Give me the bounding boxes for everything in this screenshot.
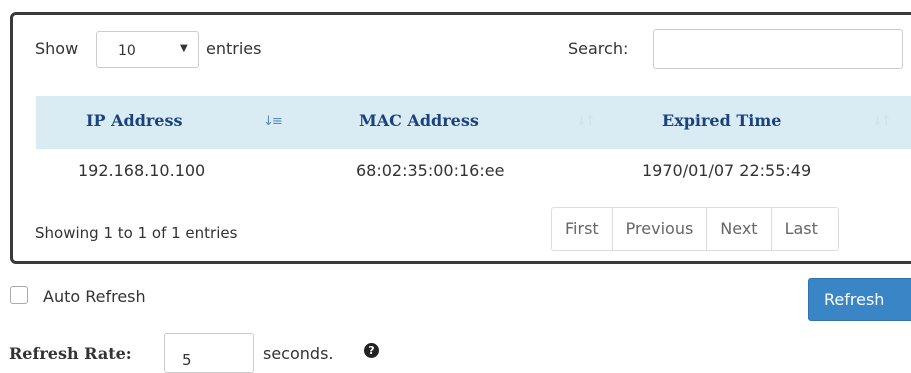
table-header: IP Address ↓≡ MAC Address ↓↑ Expired Tim… <box>36 96 911 149</box>
entries-label: entries <box>206 39 262 58</box>
question-circle-icon[interactable]: ? <box>364 343 379 358</box>
refresh-button[interactable]: Refresh <box>808 278 911 321</box>
search-input[interactable] <box>653 29 903 69</box>
refresh-rate-input[interactable]: 5 <box>164 333 254 373</box>
column-header-expired-time[interactable]: Expired Time <box>662 111 781 130</box>
sort-icon[interactable]: ↓↑ <box>576 114 596 129</box>
refresh-rate-label: Refresh Rate: <box>9 344 132 363</box>
column-header-mac-address[interactable]: MAC Address <box>359 111 479 130</box>
table-info: Showing 1 to 1 of 1 entries <box>35 224 238 242</box>
cell-mac-address: 68:02:35:00:16:ee <box>356 161 505 180</box>
cell-ip-address: 192.168.10.100 <box>78 161 206 180</box>
page-previous-button[interactable]: Previous <box>613 208 708 250</box>
auto-refresh-label: Auto Refresh <box>43 287 146 306</box>
sort-ascending-icon[interactable]: ↓≡ <box>263 114 283 129</box>
column-header-ip-address[interactable]: IP Address <box>86 111 183 130</box>
search-label: Search: <box>568 39 629 58</box>
auto-refresh-checkbox[interactable] <box>10 286 28 304</box>
caret-down-icon: ▼ <box>180 43 188 54</box>
dhcp-table-panel: Show 10 ▼ entries Search: IP Address ↓≡ … <box>10 12 911 264</box>
cell-expired-time: 1970/01/07 22:55:49 <box>642 161 812 180</box>
sort-icon[interactable]: ↓↑ <box>872 114 892 129</box>
show-label: Show <box>35 39 79 58</box>
page-next-button[interactable]: Next <box>707 208 772 250</box>
entries-per-page-select[interactable]: 10 ▼ <box>96 31 199 68</box>
pagination: First Previous Next Last <box>551 207 839 251</box>
seconds-label: seconds. <box>263 344 334 363</box>
entries-per-page-value: 10 <box>118 43 136 59</box>
page-first-button[interactable]: First <box>552 208 613 250</box>
page-last-button[interactable]: Last <box>772 208 838 250</box>
